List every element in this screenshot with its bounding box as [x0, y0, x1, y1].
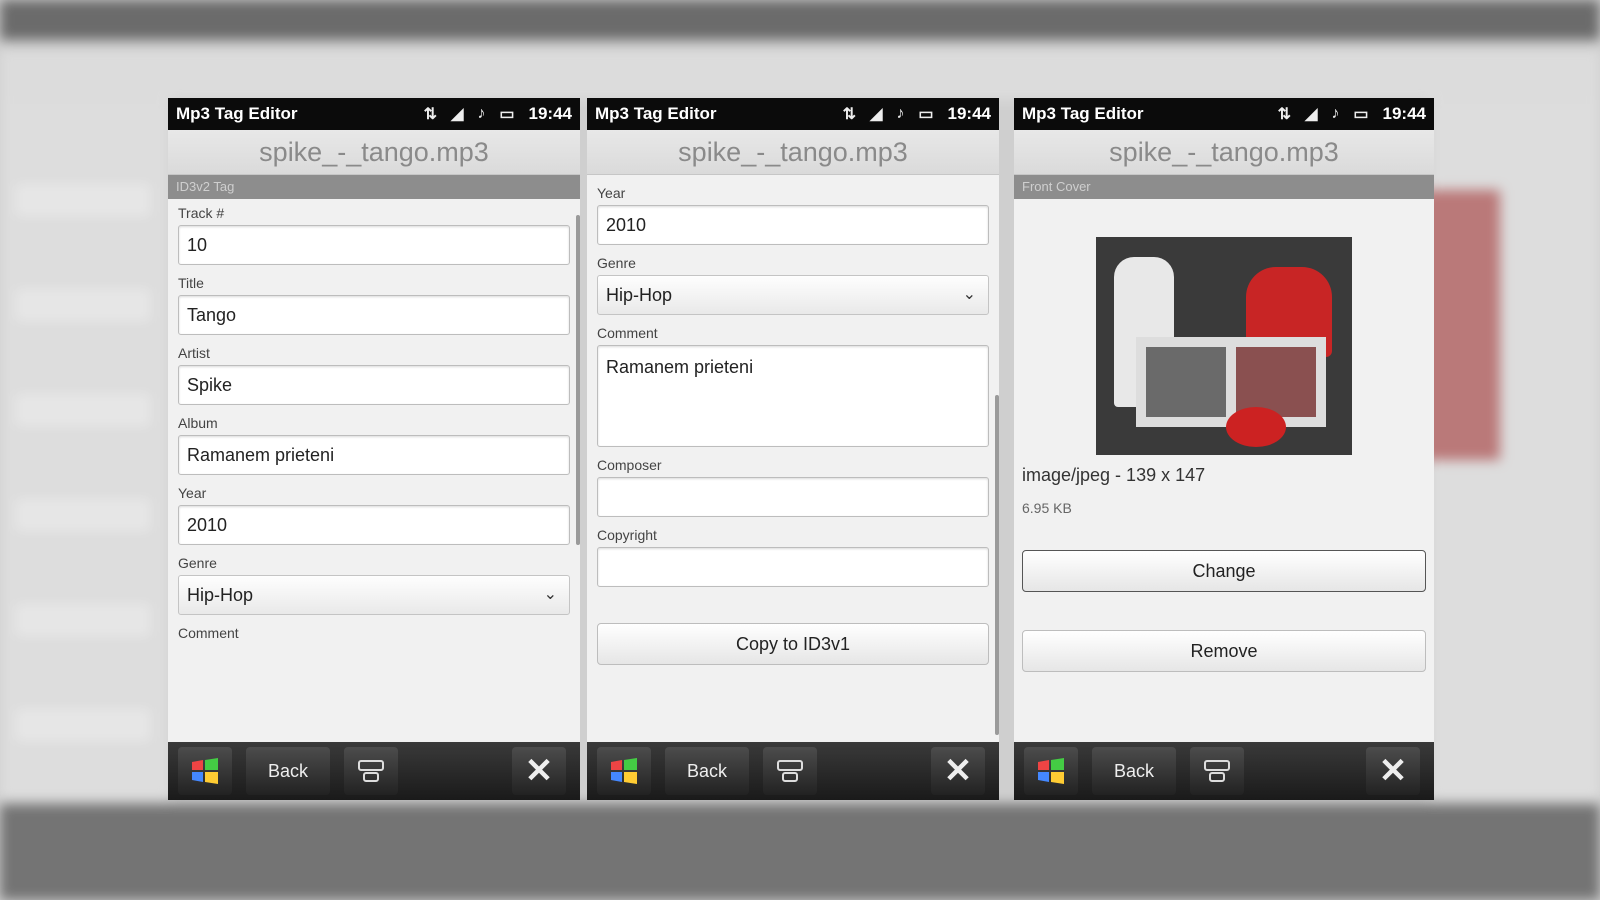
genre-value: Hip-Hop [187, 585, 254, 605]
year-field[interactable]: 2010 [178, 505, 570, 545]
keyboard-button[interactable] [1190, 747, 1244, 795]
keyboard-icon [1204, 760, 1230, 782]
close-button[interactable]: ✕ [1366, 747, 1420, 795]
windows-logo-icon [1038, 758, 1064, 784]
windows-logo-icon [611, 758, 637, 784]
network-icon[interactable]: ⇅ [843, 104, 856, 124]
artist-field[interactable]: Spike [178, 365, 570, 405]
year-field[interactable]: 2010 [597, 205, 989, 245]
close-icon: ✕ [1378, 752, 1408, 790]
app-title: Mp3 Tag Editor [176, 104, 298, 123]
keyboard-icon [777, 760, 803, 782]
battery-icon[interactable]: ▭ [499, 104, 514, 124]
track-field[interactable]: 10 [178, 225, 570, 265]
track-label: Track # [178, 205, 225, 221]
keyboard-button[interactable] [344, 747, 398, 795]
section-header: Front Cover [1014, 175, 1434, 199]
title-field[interactable]: Tango [178, 295, 570, 335]
status-bar: Mp3 Tag Editor ⇅ ◢ ♪ ▭ 19:44 [168, 98, 580, 130]
screen-id3v2-tag: Mp3 Tag Editor ⇅ ◢ ♪ ▭ 19:44 spike_-_tan… [168, 98, 580, 800]
app-title: Mp3 Tag Editor [595, 104, 717, 123]
tag-form: Year 2010 Genre Hip-Hop ⌄ Comment Ramane… [587, 185, 999, 735]
album-cover-image [1096, 237, 1352, 455]
status-time[interactable]: 19:44 [1383, 104, 1426, 124]
screen-id3v2-tag-scrolled: Mp3 Tag Editor ⇅ ◢ ♪ ▭ 19:44 spike_-_tan… [587, 98, 999, 800]
title-label: Title [178, 275, 204, 291]
album-label: Album [178, 415, 218, 431]
close-button[interactable]: ✕ [931, 747, 985, 795]
copyright-label: Copyright [597, 527, 657, 543]
close-button[interactable]: ✕ [512, 747, 566, 795]
genre-label: Genre [597, 255, 636, 271]
back-button[interactable]: Back [665, 747, 749, 795]
comment-field[interactable]: Ramanem prieteni [597, 345, 989, 447]
keyboard-icon [358, 760, 384, 782]
album-field[interactable]: Ramanem prieteni [178, 435, 570, 475]
composer-label: Composer [597, 457, 662, 473]
genre-value: Hip-Hop [606, 285, 673, 305]
music-note-icon[interactable]: ♪ [477, 105, 485, 123]
copy-to-id3v1-button[interactable]: Copy to ID3v1 [597, 623, 989, 665]
back-button[interactable]: Back [1092, 747, 1176, 795]
app-title: Mp3 Tag Editor [1022, 104, 1144, 123]
genre-label: Genre [178, 555, 217, 571]
battery-icon[interactable]: ▭ [918, 104, 933, 124]
windows-start-button[interactable] [1024, 747, 1078, 795]
section-header: ID3v2 Tag [168, 175, 580, 199]
file-name-title: spike_-_tango.mp3 [168, 130, 580, 175]
bottom-toolbar: Back ✕ [1014, 742, 1434, 800]
image-size: 6.95 KB [1022, 500, 1072, 516]
music-note-icon[interactable]: ♪ [896, 105, 904, 123]
file-name-title: spike_-_tango.mp3 [587, 130, 999, 175]
artist-label: Artist [178, 345, 210, 361]
close-icon: ✕ [524, 752, 554, 790]
file-name-title: spike_-_tango.mp3 [1014, 130, 1434, 175]
image-info: image/jpeg - 139 x 147 [1022, 465, 1206, 485]
year-label: Year [178, 485, 207, 501]
year-label: Year [597, 185, 626, 201]
windows-start-button[interactable] [597, 747, 651, 795]
remove-button[interactable]: Remove [1022, 630, 1426, 672]
network-icon[interactable]: ⇅ [424, 104, 437, 124]
chevron-down-icon: ⌄ [543, 586, 557, 603]
status-time[interactable]: 19:44 [948, 104, 991, 124]
genre-select[interactable]: Hip-Hop ⌄ [178, 575, 570, 615]
screens-container: Mp3 Tag Editor ⇅ ◢ ♪ ▭ 19:44 spike_-_tan… [168, 98, 1434, 800]
comment-label: Comment [178, 625, 239, 641]
composer-field[interactable] [597, 477, 989, 517]
copyright-field[interactable] [597, 547, 989, 587]
scrollbar[interactable] [995, 395, 999, 735]
battery-icon[interactable]: ▭ [1353, 104, 1368, 124]
comment-label: Comment [597, 325, 658, 341]
bottom-toolbar: Back ✕ [587, 742, 999, 800]
close-icon: ✕ [943, 752, 973, 790]
tag-form: Track # 10 Title Tango Artist Spike Albu… [168, 205, 580, 641]
change-button[interactable]: Change [1022, 550, 1426, 592]
back-button[interactable]: Back [246, 747, 330, 795]
signal-icon[interactable]: ◢ [1305, 104, 1317, 124]
cover-actions: Change Remove [1014, 550, 1434, 672]
windows-start-button[interactable] [178, 747, 232, 795]
signal-icon[interactable]: ◢ [870, 104, 882, 124]
status-bar: Mp3 Tag Editor ⇅ ◢ ♪ ▭ 19:44 [587, 98, 999, 130]
genre-select[interactable]: Hip-Hop ⌄ [597, 275, 989, 315]
network-icon[interactable]: ⇅ [1278, 104, 1291, 124]
chevron-down-icon: ⌄ [962, 286, 976, 303]
screen-front-cover: Mp3 Tag Editor ⇅ ◢ ♪ ▭ 19:44 spike_-_tan… [1014, 98, 1434, 800]
music-note-icon[interactable]: ♪ [1331, 105, 1339, 123]
status-time[interactable]: 19:44 [529, 104, 572, 124]
bottom-toolbar: Back ✕ [168, 742, 580, 800]
windows-logo-icon [192, 758, 218, 784]
keyboard-button[interactable] [763, 747, 817, 795]
status-bar: Mp3 Tag Editor ⇅ ◢ ♪ ▭ 19:44 [1014, 98, 1434, 130]
scrollbar[interactable] [576, 215, 580, 545]
signal-icon[interactable]: ◢ [451, 104, 463, 124]
